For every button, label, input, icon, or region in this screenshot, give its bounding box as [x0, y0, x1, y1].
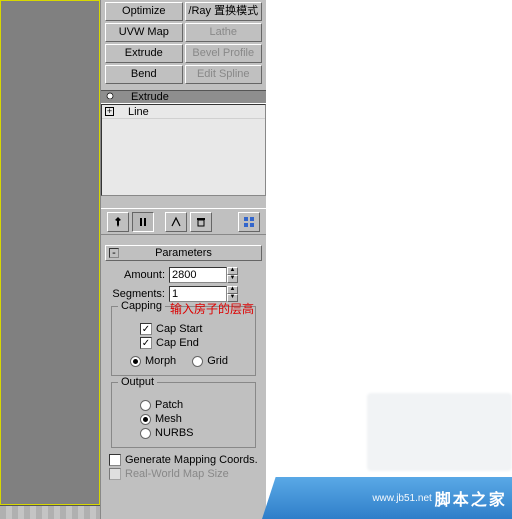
parameters-rollout: Amount: ▲▼ Segments: ▲▼ Capping 输入房子的层高 …	[101, 263, 266, 480]
stack-item-line[interactable]: + Line	[102, 105, 265, 119]
amount-spinner[interactable]: ▲▼	[169, 267, 238, 283]
real-world-label: Real-World Map Size	[125, 468, 229, 480]
uvw-map-button[interactable]: UVW Map	[105, 23, 183, 42]
generate-mapping-checkbox[interactable]	[109, 454, 121, 466]
cap-start-label: Cap Start	[156, 323, 202, 335]
lathe-button[interactable]: Lathe	[185, 23, 263, 42]
rollout-title: Parameters	[155, 247, 212, 259]
watermark-graphic	[367, 393, 512, 471]
configure-icon	[243, 216, 255, 228]
collapse-icon[interactable]: -	[109, 248, 119, 258]
output-legend: Output	[118, 376, 157, 388]
modifier-stack-list[interactable]: + Line	[101, 104, 266, 196]
bevel-profile-button[interactable]: Bevel Profile	[185, 44, 263, 63]
timeline-ruler[interactable]	[0, 505, 100, 519]
stack-active-label: Extrude	[131, 91, 169, 103]
cap-start-checkbox[interactable]: ✓	[140, 323, 152, 335]
stack-toolbar	[101, 208, 266, 235]
bend-button[interactable]: Bend	[105, 65, 183, 84]
patch-label: Patch	[155, 399, 183, 411]
nurbs-radio[interactable]	[140, 428, 151, 439]
morph-label: Morph	[145, 355, 176, 367]
optimize-button[interactable]: Optimize	[105, 2, 183, 21]
vray-displacement-button[interactable]: /Ray 置换模式	[185, 2, 263, 21]
annotation-text: 输入房子的层高	[170, 300, 254, 317]
morph-radio[interactable]	[130, 356, 141, 367]
mesh-radio[interactable]	[140, 414, 151, 425]
capping-group: Capping 输入房子的层高 ✓ Cap Start ✓ Cap End Mo…	[111, 306, 256, 376]
pin-stack-button[interactable]	[107, 212, 129, 232]
stack-item-label: Line	[128, 105, 149, 119]
amount-input[interactable]	[169, 267, 227, 283]
expand-icon[interactable]: +	[105, 107, 114, 116]
viewport-active[interactable]	[0, 0, 100, 505]
modifier-stack-active[interactable]: Extrude	[101, 90, 266, 104]
generate-mapping-label: Generate Mapping Coords.	[125, 454, 258, 466]
patch-radio[interactable]	[140, 400, 151, 411]
mesh-label: Mesh	[155, 413, 182, 425]
modify-panel: Optimize /Ray 置换模式 UVW Map Lathe Extrude…	[100, 0, 266, 519]
grid-label: Grid	[207, 355, 228, 367]
make-unique-button[interactable]	[165, 212, 187, 232]
edit-spline-button[interactable]: Edit Spline	[185, 65, 263, 84]
grid-radio[interactable]	[192, 356, 203, 367]
cap-end-label: Cap End	[156, 337, 199, 349]
real-world-checkbox[interactable]	[109, 468, 121, 480]
capping-legend: Capping	[118, 300, 165, 312]
stack-result-icon	[136, 216, 150, 228]
page-background: www.jb51.net 脚本之家	[266, 0, 512, 519]
amount-spinner-arrows[interactable]: ▲▼	[227, 267, 238, 283]
trash-icon	[195, 216, 207, 228]
output-group: Output Patch Mesh NURBS	[111, 382, 256, 448]
cap-end-checkbox[interactable]: ✓	[140, 337, 152, 349]
site-name: 脚本之家	[435, 486, 507, 510]
lightbulb-icon[interactable]	[105, 92, 115, 102]
modifier-buttons-grid: Optimize /Ray 置换模式 UVW Map Lathe Extrude…	[101, 0, 266, 90]
segments-label: Segments:	[109, 288, 169, 300]
amount-label: Amount:	[109, 269, 169, 281]
pushpin-icon	[112, 216, 124, 228]
remove-modifier-button[interactable]	[190, 212, 212, 232]
site-ribbon: www.jb51.net 脚本之家	[262, 477, 512, 519]
site-url: www.jb51.net	[372, 493, 431, 504]
unique-icon	[170, 216, 182, 228]
show-end-result-button[interactable]	[132, 212, 154, 232]
parameters-rollout-header[interactable]: - Parameters	[105, 245, 262, 261]
nurbs-label: NURBS	[155, 427, 194, 439]
extrude-button[interactable]: Extrude	[105, 44, 183, 63]
configure-modifier-sets-button[interactable]	[238, 212, 260, 232]
